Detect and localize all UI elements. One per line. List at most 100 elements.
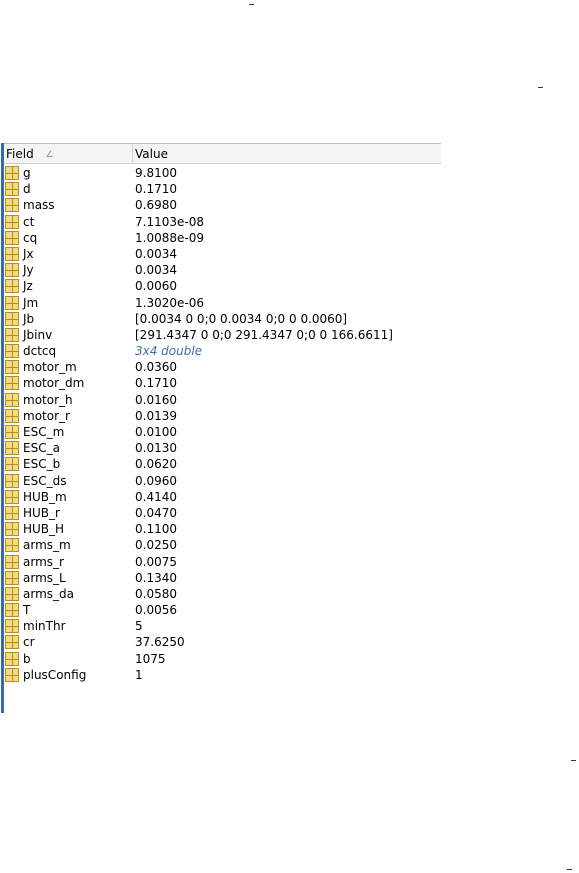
field-name[interactable]: arms_da: [23, 586, 74, 602]
field-name[interactable]: ct: [23, 214, 34, 230]
table-row[interactable]: dctcq 3x4 double: [4, 343, 441, 359]
field-name[interactable]: arms_L: [23, 570, 66, 586]
field-name[interactable]: Jb: [23, 311, 34, 327]
table-row[interactable]: plusConfig 1: [4, 667, 441, 683]
field-value[interactable]: 5: [135, 618, 143, 634]
table-row[interactable]: mass 0.6980: [4, 197, 441, 213]
field-name[interactable]: motor_m: [23, 359, 77, 375]
field-name[interactable]: b: [23, 651, 31, 667]
field-value[interactable]: 0.0056: [135, 602, 177, 618]
field-name[interactable]: Jbinv: [23, 327, 52, 343]
table-row[interactable]: cq 1.0088e-09: [4, 230, 441, 246]
table-row[interactable]: ESC_a 0.0130: [4, 440, 441, 456]
field-value[interactable]: 1: [135, 667, 143, 683]
table-row[interactable]: Jm 1.3020e-06: [4, 295, 441, 311]
field-value[interactable]: 37.6250: [135, 634, 185, 650]
field-value[interactable]: 0.6980: [135, 197, 177, 213]
field-value[interactable]: 1075: [135, 651, 166, 667]
field-value[interactable]: 0.1340: [135, 570, 177, 586]
field-name[interactable]: mass: [23, 197, 55, 213]
field-value[interactable]: 1.3020e-06: [135, 295, 204, 311]
field-name[interactable]: HUB_H: [23, 521, 64, 537]
field-name[interactable]: HUB_m: [23, 489, 67, 505]
column-divider[interactable]: [132, 144, 133, 164]
field-value[interactable]: 0.0960: [135, 473, 177, 489]
table-row[interactable]: ESC_ds 0.0960: [4, 473, 441, 489]
struct-field-grid-icon: [5, 344, 19, 359]
field-value[interactable]: 0.0130: [135, 440, 177, 456]
field-name[interactable]: arms_r: [23, 554, 64, 570]
field-name[interactable]: g: [23, 165, 31, 181]
field-value-link[interactable]: 3x4 double: [135, 343, 202, 359]
table-row[interactable]: b 1075: [4, 651, 441, 667]
table-row[interactable]: HUB_m 0.4140: [4, 489, 441, 505]
table-row[interactable]: HUB_H 0.1100: [4, 521, 441, 537]
field-value[interactable]: [0.0034 0 0;0 0.0034 0;0 0 0.0060]: [135, 311, 347, 327]
field-name[interactable]: ESC_m: [23, 424, 64, 440]
table-row[interactable]: Jx 0.0034: [4, 246, 441, 262]
field-value[interactable]: 0.0139: [135, 408, 177, 424]
table-row[interactable]: cr 37.6250: [4, 634, 441, 650]
table-row[interactable]: motor_r 0.0139: [4, 408, 441, 424]
field-name[interactable]: Jz: [23, 278, 33, 294]
field-value[interactable]: 0.0470: [135, 505, 177, 521]
field-name[interactable]: T: [23, 602, 30, 618]
table-row[interactable]: T 0.0056: [4, 602, 441, 618]
field-name[interactable]: d: [23, 181, 31, 197]
field-name[interactable]: ESC_ds: [23, 473, 66, 489]
field-name[interactable]: arms_m: [23, 537, 71, 553]
field-value[interactable]: 1.0088e-09: [135, 230, 204, 246]
table-row[interactable]: g 9.8100: [4, 165, 441, 181]
field-value[interactable]: 0.1100: [135, 521, 177, 537]
table-row[interactable]: Jb [0.0034 0 0;0 0.0034 0;0 0 0.0060]: [4, 311, 441, 327]
field-value[interactable]: 7.1103e-08: [135, 214, 204, 230]
field-value[interactable]: 0.4140: [135, 489, 177, 505]
field-value[interactable]: 0.0060: [135, 278, 177, 294]
field-name[interactable]: motor_r: [23, 408, 70, 424]
table-row[interactable]: arms_m 0.0250: [4, 537, 441, 553]
table-row[interactable]: ESC_m 0.0100: [4, 424, 441, 440]
field-name[interactable]: minThr: [23, 618, 66, 634]
field-name[interactable]: Jm: [23, 295, 38, 311]
field-value[interactable]: [291.4347 0 0;0 291.4347 0;0 0 166.6611]: [135, 327, 393, 343]
table-row[interactable]: minThr 5: [4, 618, 441, 634]
field-value[interactable]: 0.0250: [135, 537, 177, 553]
field-value[interactable]: 0.0160: [135, 392, 177, 408]
field-name[interactable]: Jx: [23, 246, 34, 262]
field-name[interactable]: motor_h: [23, 392, 73, 408]
field-name[interactable]: ESC_b: [23, 456, 60, 472]
field-name[interactable]: plusConfig: [23, 667, 86, 683]
field-value[interactable]: 0.1710: [135, 181, 177, 197]
field-name[interactable]: cq: [23, 230, 37, 246]
table-row[interactable]: motor_m 0.0360: [4, 359, 441, 375]
field-value[interactable]: 0.0580: [135, 586, 177, 602]
table-row[interactable]: motor_dm 0.1710: [4, 375, 441, 391]
field-name[interactable]: HUB_r: [23, 505, 60, 521]
field-name[interactable]: Jy: [23, 262, 34, 278]
field-name[interactable]: motor_dm: [23, 375, 84, 391]
table-row[interactable]: arms_da 0.0580: [4, 586, 441, 602]
field-name[interactable]: dctcq: [23, 343, 56, 359]
field-value[interactable]: 0.0100: [135, 424, 177, 440]
field-name[interactable]: ESC_a: [23, 440, 60, 456]
value-column-header[interactable]: Value: [135, 147, 168, 161]
table-row[interactable]: Jbinv [291.4347 0 0;0 291.4347 0;0 0 166.…: [4, 327, 441, 343]
field-value[interactable]: 0.0620: [135, 456, 177, 472]
table-row[interactable]: motor_h 0.0160: [4, 392, 441, 408]
table-row[interactable]: HUB_r 0.0470: [4, 505, 441, 521]
field-value[interactable]: 0.0034: [135, 246, 177, 262]
table-row[interactable]: arms_r 0.0075: [4, 554, 441, 570]
field-column-header[interactable]: Field ∠: [6, 147, 130, 161]
field-value[interactable]: 9.8100: [135, 165, 177, 181]
table-row[interactable]: ct 7.1103e-08: [4, 214, 441, 230]
table-row[interactable]: arms_L 0.1340: [4, 570, 441, 586]
field-value[interactable]: 0.0360: [135, 359, 177, 375]
field-value[interactable]: 0.0034: [135, 262, 177, 278]
field-value[interactable]: 0.0075: [135, 554, 177, 570]
table-row[interactable]: ESC_b 0.0620: [4, 456, 441, 472]
table-row[interactable]: Jz 0.0060: [4, 278, 441, 294]
field-value[interactable]: 0.1710: [135, 375, 177, 391]
table-row[interactable]: d 0.1710: [4, 181, 441, 197]
field-name[interactable]: cr: [23, 634, 35, 650]
table-row[interactable]: Jy 0.0034: [4, 262, 441, 278]
